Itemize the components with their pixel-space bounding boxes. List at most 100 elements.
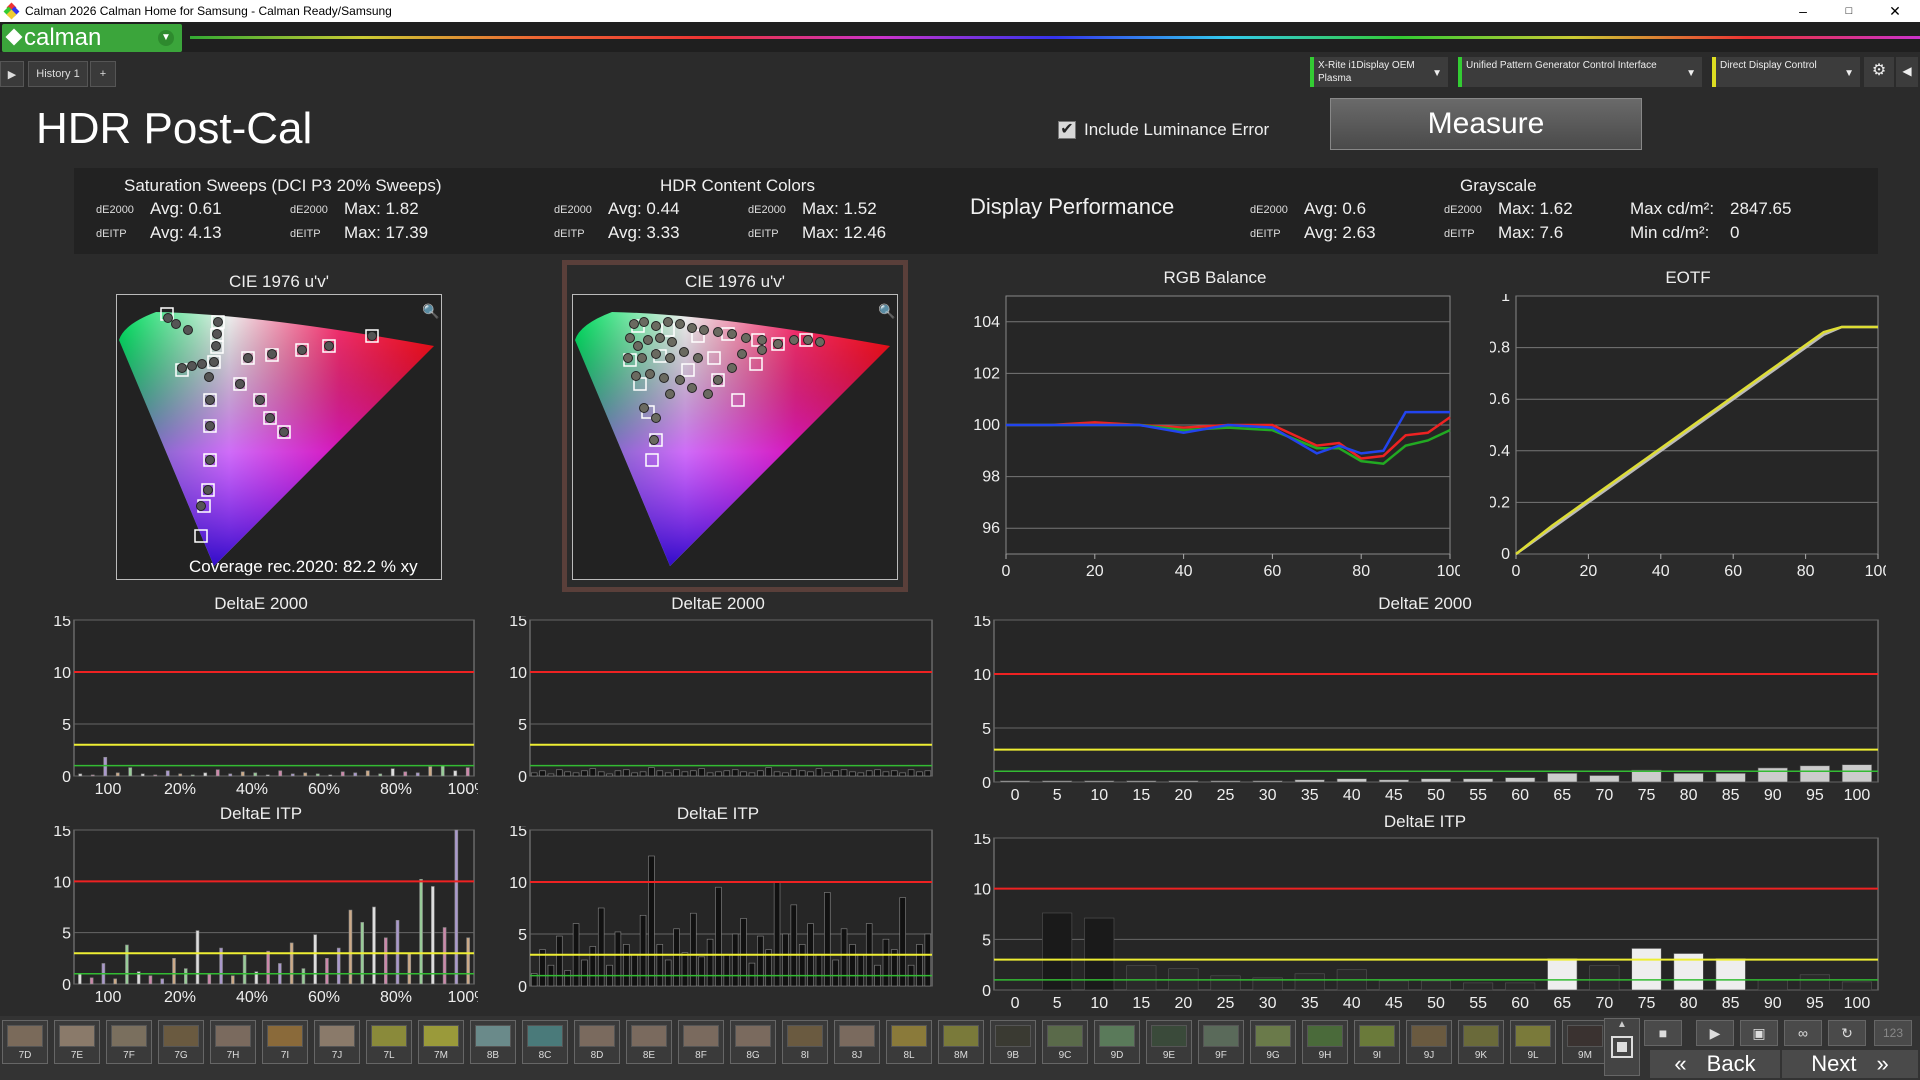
swatch-8G[interactable]: 8G <box>730 1020 776 1064</box>
bar <box>265 774 270 777</box>
swatch-7L[interactable]: 7L <box>366 1020 412 1064</box>
cie1-title: CIE 1976 u'v' <box>228 272 330 291</box>
zoom-icon[interactable]: 🔍 <box>422 302 439 320</box>
collapse-panel-icon[interactable]: ◀ <box>1896 57 1918 87</box>
add-tab-button[interactable]: + <box>90 61 116 87</box>
device-display-control[interactable]: Direct Display Control ▼ <box>1712 57 1860 87</box>
swatch-7H[interactable]: 7H <box>210 1020 256 1064</box>
x-tick-label: 0 <box>1011 995 1020 1012</box>
save-icon[interactable]: ▣ <box>1740 1020 1778 1046</box>
swatch-8L[interactable]: 8L <box>886 1020 932 1064</box>
tab-history-1[interactable]: History 1 <box>28 61 88 87</box>
maximize-button[interactable]: □ <box>1826 0 1872 22</box>
zoom-icon[interactable]: 🔍 <box>878 302 895 320</box>
scroll-panel[interactable]: ▲ <box>1604 1018 1640 1076</box>
swatch-9B[interactable]: 9B <box>990 1020 1036 1064</box>
minimize-button[interactable]: – <box>1780 0 1826 22</box>
bar <box>1042 912 1073 991</box>
checkmark-icon[interactable]: ✔ <box>1058 121 1076 139</box>
cie-diagram-1[interactable]: 🔍 Coverage rec.2020: 82.2 % xy <box>116 294 442 580</box>
play-icon[interactable]: ▶ <box>0 61 24 87</box>
swatch-7F[interactable]: 7F <box>106 1020 152 1064</box>
bar <box>840 769 848 777</box>
swatch-8D[interactable]: 8D <box>574 1020 620 1064</box>
hdr-max2000: Max: 1.52 <box>802 199 877 218</box>
include-luminance-checkbox[interactable]: ✔ Include Luminance Error <box>1058 120 1269 140</box>
device-pattern-label: Unified Pattern Generator Control Interf… <box>1466 60 1657 71</box>
swatch-9I[interactable]: 9I <box>1354 1020 1400 1064</box>
swatch-9F[interactable]: 9F <box>1198 1020 1244 1064</box>
swatch-8F[interactable]: 8F <box>678 1020 724 1064</box>
x-tick-label: 80% <box>380 989 412 1004</box>
bar <box>1042 780 1073 783</box>
bar <box>824 892 831 987</box>
next-chevron-icon: » <box>1876 1051 1889 1076</box>
swatch-7M[interactable]: 7M <box>418 1020 464 1064</box>
swatch-9J[interactable]: 9J <box>1406 1020 1452 1064</box>
bar <box>207 973 212 985</box>
swatch-9M[interactable]: 9M <box>1562 1020 1608 1064</box>
settings-gear-icon[interactable]: ⚙ <box>1864 57 1894 87</box>
chart-title: RGB Balance <box>1163 268 1267 287</box>
bar <box>315 773 320 777</box>
swatch-9H[interactable]: 9H <box>1302 1020 1348 1064</box>
swatch-8E[interactable]: 8E <box>626 1020 672 1064</box>
swatch-label: 8I <box>800 1050 810 1061</box>
swatch-color <box>943 1025 979 1047</box>
y-tick-label: 15 <box>509 826 527 840</box>
deitp-label: dEITP <box>748 228 779 240</box>
bar <box>891 770 898 777</box>
swatch-8I[interactable]: 8I <box>782 1020 828 1064</box>
min-cd-value: 0 <box>1730 223 1740 242</box>
next-button[interactable]: Next » <box>1782 1050 1918 1078</box>
swatch-9G[interactable]: 9G <box>1250 1020 1296 1064</box>
measure-button[interactable]: Measure <box>1330 98 1642 150</box>
swatch-8B[interactable]: 8B <box>470 1020 516 1064</box>
rainbow-divider <box>190 36 1920 39</box>
y-tick-label: 5 <box>982 721 991 738</box>
bar <box>690 770 697 777</box>
bar <box>1210 975 1241 991</box>
swatch-7D[interactable]: 7D <box>2 1020 48 1064</box>
bar <box>215 769 220 777</box>
loop-icon[interactable]: ∞ <box>1784 1020 1822 1046</box>
back-label: Back <box>1706 1051 1756 1076</box>
swatch-8M[interactable]: 8M <box>938 1020 984 1064</box>
swatch-7I[interactable]: 7I <box>262 1020 308 1064</box>
swatch-8J[interactable]: 8J <box>834 1020 880 1064</box>
swatch-label: 8L <box>903 1050 915 1061</box>
bar <box>431 886 435 985</box>
play-button-icon[interactable]: ▶ <box>1696 1020 1734 1046</box>
swatch-7J[interactable]: 7J <box>314 1020 360 1064</box>
cie-diagram-2[interactable]: 🔍 <box>572 294 898 580</box>
bar <box>172 958 176 985</box>
bar <box>1589 775 1620 783</box>
refresh-icon[interactable]: ↻ <box>1828 1020 1866 1046</box>
swatch-7G[interactable]: 7G <box>158 1020 204 1064</box>
stop-button-icon[interactable]: ■ <box>1644 1020 1682 1046</box>
device-pattern-generator[interactable]: Unified Pattern Generator Control Interf… <box>1458 57 1702 87</box>
close-button[interactable]: ✕ <box>1872 0 1918 22</box>
chevron-up-icon[interactable]: ▲ <box>1605 1019 1639 1030</box>
swatch-color <box>683 1025 719 1047</box>
bar <box>340 771 345 777</box>
x-tick-label: 100 <box>95 781 122 796</box>
chevron-down-icon[interactable]: ▼ <box>158 30 174 46</box>
stop-icon[interactable] <box>1611 1036 1633 1058</box>
swatch-9L[interactable]: 9L <box>1510 1020 1556 1064</box>
swatch-9D[interactable]: 9D <box>1094 1020 1140 1064</box>
bar <box>1420 980 1452 991</box>
swatch-7E[interactable]: 7E <box>54 1020 100 1064</box>
bar <box>1336 778 1367 783</box>
swatch-label: 8M <box>954 1050 968 1061</box>
swatch-9K[interactable]: 9K <box>1458 1020 1504 1064</box>
swatch-9C[interactable]: 9C <box>1042 1020 1088 1064</box>
swatch-color <box>267 1025 303 1047</box>
calman-logo-menu[interactable]: calman ▼ <box>2 24 182 52</box>
bar <box>1126 780 1157 783</box>
swatch-9E[interactable]: 9E <box>1146 1020 1192 1064</box>
swatch-8C[interactable]: 8C <box>522 1020 568 1064</box>
device-meter[interactable]: X-Rite i1Display OEM Plasma ▼ <box>1310 57 1448 87</box>
de2000-label: dE2000 <box>96 204 134 216</box>
back-button[interactable]: « Back <box>1650 1050 1780 1078</box>
